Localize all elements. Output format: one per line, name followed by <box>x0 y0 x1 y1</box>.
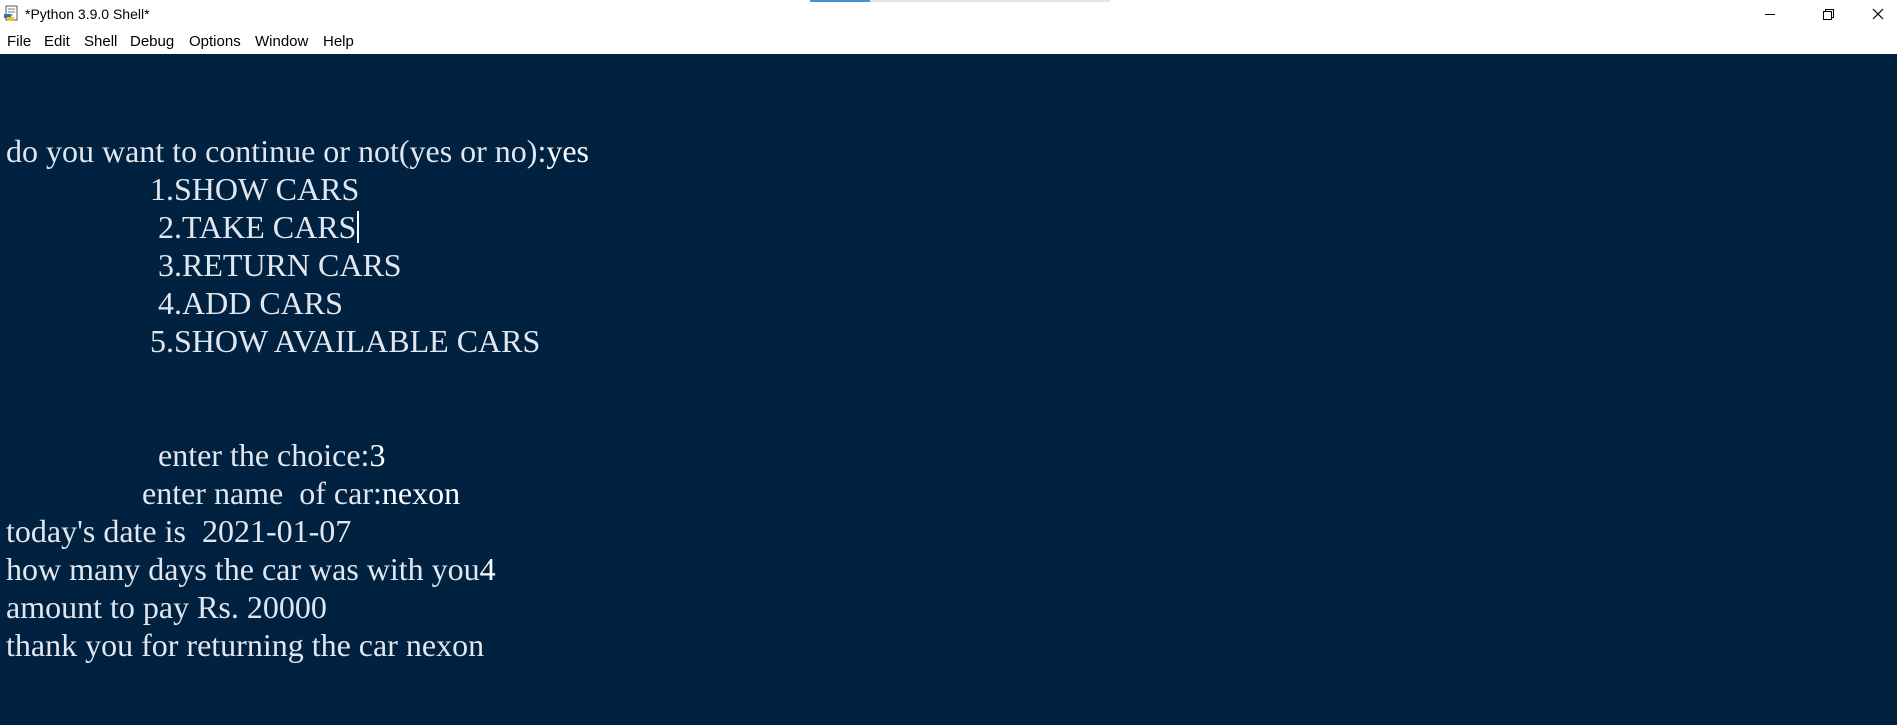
days-prompt: how many days the car was with you <box>6 551 480 587</box>
menu-bar: File Edit Shell Debug Options Window Hel… <box>0 29 1897 54</box>
restore-button[interactable] <box>1799 0 1857 29</box>
python-idle-icon[interactable] <box>4 5 20 23</box>
choice-answer: 3 <box>369 437 386 473</box>
menu-shell[interactable]: Shell <box>84 33 117 50</box>
menu-options[interactable]: Options <box>189 33 241 50</box>
menu-edit[interactable]: Edit <box>44 33 70 50</box>
menu-option-take-cars-label: 2.TAKE CARS <box>158 209 357 245</box>
menu-option-add-cars: 4.ADD CARS <box>158 285 343 321</box>
close-icon <box>1872 8 1884 20</box>
minimize-button[interactable] <box>1741 0 1799 29</box>
continue-prompt: do you want to continue or not(yes or no… <box>6 133 547 169</box>
close-button[interactable] <box>1857 0 1897 29</box>
date-line: today's date is 2021-01-07 <box>6 513 352 549</box>
menu-option-show-cars: 1.SHOW CARS <box>150 171 360 207</box>
title-bar[interactable]: *Python 3.9.0 Shell* <box>0 0 1897 29</box>
thanks-line: thank you for returning the car nexon <box>6 627 485 663</box>
menu-file[interactable]: File <box>7 33 31 50</box>
car-name-prompt: enter name of car: <box>142 475 382 511</box>
choice-prompt: enter the choice: <box>158 437 370 473</box>
menu-debug[interactable]: Debug <box>130 33 174 50</box>
choice-line: enter the choice:3 <box>158 436 385 474</box>
window-title: *Python 3.9.0 Shell* <box>25 6 150 22</box>
car-name-line: enter name of car:nexon <box>142 474 460 512</box>
title-accent-bar <box>810 0 870 2</box>
continue-line: do you want to continue or not(yes or no… <box>6 132 589 170</box>
minimize-icon <box>1765 14 1775 15</box>
shell-output-area[interactable]: do you want to continue or not(yes or no… <box>0 54 1897 725</box>
car-name-answer: nexon <box>381 475 461 511</box>
text-cursor <box>357 211 360 243</box>
menu-option-show-available-cars: 5.SHOW AVAILABLE CARS <box>150 323 541 359</box>
idle-shell-window: *Python 3.9.0 Shell* File Edit Shell Deb… <box>0 0 1897 725</box>
title-track-bar <box>870 0 1110 2</box>
days-line: how many days the car was with you4 <box>6 550 496 588</box>
menu-option-return-cars: 3.RETURN CARS <box>158 247 402 283</box>
menu-window[interactable]: Window <box>255 33 308 50</box>
continue-answer: yes <box>546 133 589 169</box>
restore-icon <box>1823 9 1834 20</box>
days-answer: 4 <box>479 551 496 587</box>
amount-line: amount to pay Rs. 20000 <box>6 589 327 625</box>
menu-option-take-cars: 2.TAKE CARS <box>158 208 360 246</box>
menu-help[interactable]: Help <box>323 33 354 50</box>
